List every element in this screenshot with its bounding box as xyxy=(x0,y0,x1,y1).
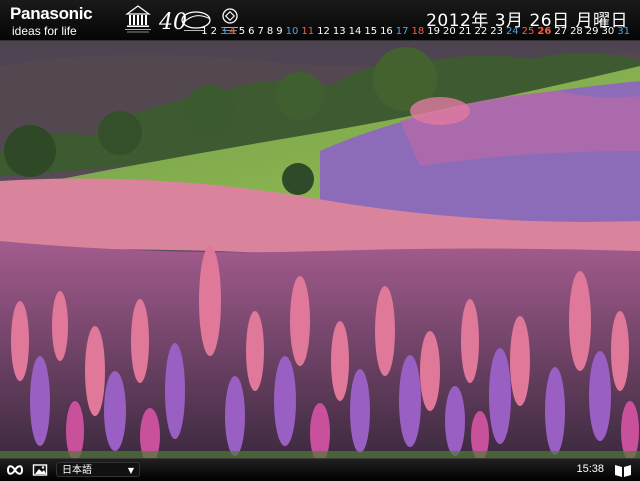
unesco-logo xyxy=(125,5,151,33)
calendar-day: 22 xyxy=(474,26,488,37)
top-bar: Panasonic ideas for life 40 2012年 3月 26日… xyxy=(0,0,640,41)
calendar-day: 20 xyxy=(443,26,456,37)
calendar-day: 7 xyxy=(257,26,264,37)
calendar-day: 19 xyxy=(427,26,440,37)
calendar-day: 6 xyxy=(248,26,255,37)
calendar-day: 25 xyxy=(521,26,535,37)
calendar-day: 13 xyxy=(332,26,346,37)
calendar-day: 24 xyxy=(505,26,519,37)
calendar-day: 28 xyxy=(570,26,583,37)
calendar-day: 1 xyxy=(201,26,208,37)
calendar-day: 21 xyxy=(458,26,472,37)
brand-name: Panasonic xyxy=(10,4,93,23)
calendar-day: 30 xyxy=(601,26,615,37)
bottom-bar: 日本語 ▼ 15:38 xyxy=(0,458,640,481)
landscape-image xyxy=(0,41,640,458)
calendar-day: 3 xyxy=(220,26,227,37)
calendar-day: 14 xyxy=(348,26,362,37)
calendar-day: 15 xyxy=(364,26,378,37)
photo-icon[interactable] xyxy=(32,462,48,478)
brand-logo: Panasonic ideas for life xyxy=(10,4,115,39)
language-value: 日本語 xyxy=(62,465,92,476)
calendar-day: 9 xyxy=(276,26,283,37)
calendar-day: 17 xyxy=(395,26,409,37)
calendar-day: 16 xyxy=(380,26,393,37)
calendar-day: 27 xyxy=(554,26,568,37)
calendar-day: 29 xyxy=(585,26,599,37)
calendar-day: 11 xyxy=(301,26,315,37)
book-icon[interactable] xyxy=(614,462,632,478)
language-select[interactable]: 日本語 ▼ xyxy=(56,462,140,477)
brand-tagline: ideas for life xyxy=(12,24,77,38)
calendar-day: 4 xyxy=(229,26,236,37)
calendar-day: 31 xyxy=(617,26,630,37)
calendar-day: 5 xyxy=(238,26,246,37)
calendar-day: 2 xyxy=(210,26,218,37)
month-day-strip: 1 2 3 4 5 6 7 8 9 10 11 12 13 14 15 16 17 18 19 20 21 22 23 24 2… xyxy=(201,26,630,37)
calendar-day: 18 xyxy=(411,26,425,37)
lupine-meadow-photo xyxy=(0,41,640,458)
clock: 15:38 xyxy=(576,463,604,475)
calendar-day: 12 xyxy=(317,26,330,37)
caret-down-icon: ▼ xyxy=(127,466,134,475)
calendar-day: 10 xyxy=(285,26,299,37)
calendar-day: 23 xyxy=(490,26,503,37)
calendar-day: 26 xyxy=(537,26,552,37)
infinity-icon[interactable] xyxy=(6,462,24,478)
calendar-day: 8 xyxy=(266,26,274,37)
